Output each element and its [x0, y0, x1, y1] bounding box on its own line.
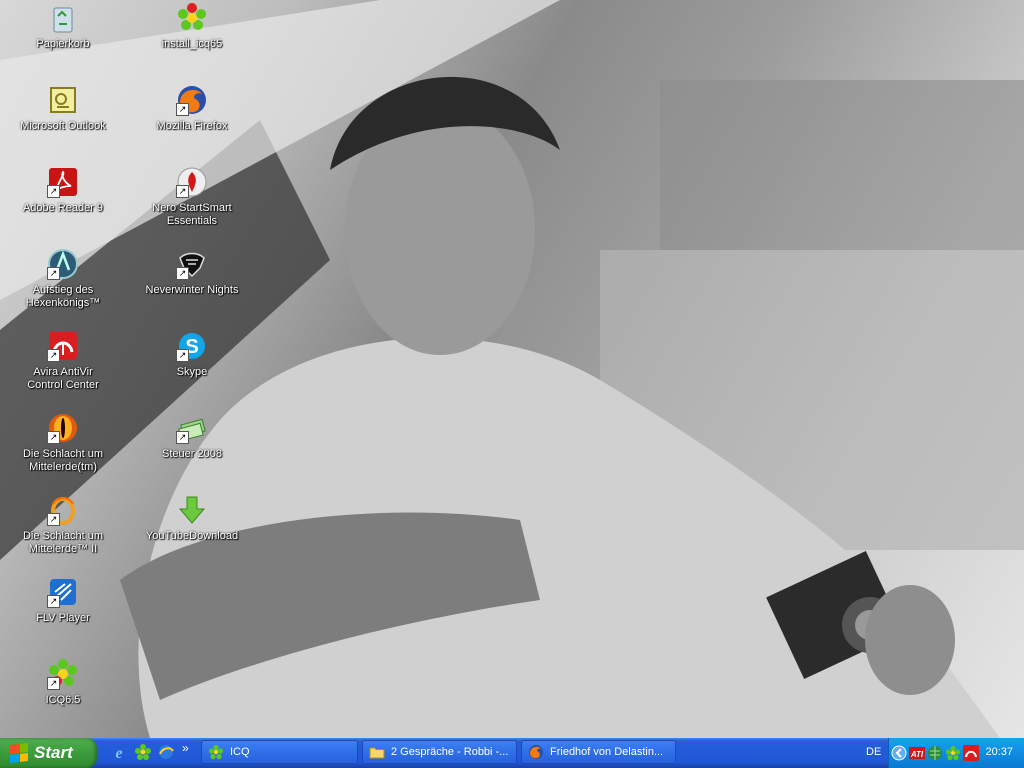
- desktop-icon-avira[interactable]: ↗ Avira AntiVir Control Center: [15, 330, 111, 392]
- taskbar-item-firefox[interactable]: Friedhof von Delastin...: [521, 740, 676, 764]
- ring-icon: ↗: [47, 494, 79, 526]
- taskbar-item-icq[interactable]: ICQ: [201, 740, 358, 764]
- desktop-icon-schlacht-1[interactable]: ↗ Die Schlacht um Mittelerde(tm): [15, 412, 111, 474]
- desktop-icon-outlook[interactable]: Microsoft Outlook: [15, 84, 111, 133]
- windows-logo-icon: [10, 743, 28, 763]
- taskbar-item-label: 2 Gespräche - Robbi -...: [391, 746, 509, 758]
- quick-launch-ie-icon[interactable]: e: [110, 743, 128, 761]
- desktop-icon-neverwinter[interactable]: ↗ Neverwinter Nights: [144, 248, 240, 297]
- desktop-icon-label: Skype: [176, 366, 208, 378]
- desktop-icon-papierkorb[interactable]: Papierkorb: [15, 2, 111, 51]
- icq-flower-icon: ↗: [47, 658, 79, 690]
- outlook-icon: [47, 84, 79, 116]
- shortcut-arrow-icon: ↗: [176, 103, 189, 116]
- language-indicator[interactable]: DE: [866, 746, 881, 758]
- network-globe-icon[interactable]: [927, 745, 943, 761]
- desktop-icon-label: FLV Player: [36, 612, 90, 624]
- desktop-icon-label: YouTubeDownload: [145, 530, 239, 542]
- desktop-icon-label: Aufstieg des Hexenkönigs™: [25, 284, 101, 309]
- folder-icon: [369, 747, 385, 759]
- start-button[interactable]: Start: [0, 738, 97, 768]
- avira-umbrella-icon: ↗: [47, 330, 79, 362]
- icq-installer-icon: [176, 2, 208, 34]
- shortcut-arrow-icon: ↗: [47, 431, 60, 444]
- game-shield-icon: ↗: [47, 248, 79, 280]
- start-label: Start: [34, 743, 73, 762]
- desktop-icon-label: Die Schlacht um Mittelerde™ II: [22, 530, 104, 555]
- desktop-icon-steuer-2008[interactable]: ↗ Steuer 2008: [144, 412, 240, 461]
- desktop-icon-hexenkoenig[interactable]: ↗ Aufstieg des Hexenkönigs™: [15, 248, 111, 310]
- desktop-icon-label: Microsoft Outlook: [20, 120, 106, 132]
- svg-text:e: e: [115, 745, 122, 761]
- shortcut-arrow-icon: ↗: [176, 431, 189, 444]
- desktop-icon-install-icq65[interactable]: install_icq65: [144, 2, 240, 51]
- shortcut-arrow-icon: ↗: [176, 185, 189, 198]
- icq-flower-icon[interactable]: [945, 745, 961, 761]
- taskbar: Start e » ICQ 2 Gespräche - Robbi -... F…: [0, 738, 1024, 768]
- shortcut-arrow-icon: ↗: [176, 349, 189, 362]
- firefox-icon: [529, 745, 543, 759]
- clock[interactable]: 20:37: [985, 746, 1013, 758]
- avira-umbrella-icon[interactable]: [963, 745, 979, 761]
- desktop: Papierkorb Microsoft Outlook ↗ Adobe Rea…: [0, 0, 1024, 738]
- shortcut-arrow-icon: ↗: [47, 349, 60, 362]
- shortcut-arrow-icon: ↗: [47, 267, 60, 280]
- firefox-icon: ↗: [176, 84, 208, 116]
- desktop-icon-schlacht-2[interactable]: ↗ Die Schlacht um Mittelerde™ II: [15, 494, 111, 556]
- recycle-bin-icon: [47, 2, 79, 34]
- desktop-icon-label: Nero StartSmart Essentials: [152, 202, 232, 227]
- desktop-icon-youtubedownload[interactable]: YouTubeDownload: [144, 494, 240, 543]
- desktop-icon-label: Adobe Reader 9: [22, 202, 104, 214]
- quick-launch-icq-icon[interactable]: [134, 743, 152, 761]
- shortcut-arrow-icon: ↗: [47, 513, 60, 526]
- adobe-reader-icon: ↗: [47, 166, 79, 198]
- desktop-icon-label: ICQ6.5: [45, 694, 81, 706]
- desktop-icon-adobe-reader[interactable]: ↗ Adobe Reader 9: [15, 166, 111, 215]
- tax-money-icon: ↗: [176, 412, 208, 444]
- system-tray: ATI 20:37: [888, 738, 1024, 768]
- nero-icon: ↗: [176, 166, 208, 198]
- skype-icon: S ↗: [176, 330, 208, 362]
- desktop-icon-firefox[interactable]: ↗ Mozilla Firefox: [144, 84, 240, 133]
- desktop-icon-label: Steuer 2008: [162, 448, 222, 460]
- download-arrow-icon: [176, 494, 208, 526]
- neverwinter-icon: ↗: [176, 248, 208, 280]
- quick-launch-browser-icon[interactable]: [157, 743, 175, 761]
- desktop-icon-label: Papierkorb: [36, 38, 90, 50]
- ati-icon[interactable]: ATI: [909, 745, 925, 761]
- svg-text:ATI: ATI: [910, 750, 924, 759]
- desktop-icon-label: Die Schlacht um Mittelerde(tm): [22, 448, 104, 473]
- desktop-icon-label: install_icq65: [161, 38, 223, 50]
- flv-player-icon: ↗: [47, 576, 79, 608]
- taskbar-item-label: ICQ: [230, 746, 250, 758]
- desktop-icon-label: Neverwinter Nights: [145, 284, 239, 296]
- eye-of-sauron-icon: ↗: [47, 412, 79, 444]
- desktop-icon-flv-player[interactable]: ↗ FLV Player: [15, 576, 111, 625]
- icq-flower-icon: [208, 744, 224, 760]
- taskbar-item-gespraeche[interactable]: 2 Gespräche - Robbi -...: [362, 740, 517, 764]
- desktop-icon-icq65[interactable]: ↗ ICQ6.5: [15, 658, 111, 707]
- shortcut-arrow-icon: ↗: [176, 267, 189, 280]
- shortcut-arrow-icon: ↗: [47, 677, 60, 690]
- desktop-icon-label: Mozilla Firefox: [156, 120, 228, 132]
- shortcut-arrow-icon: ↗: [47, 185, 60, 198]
- tray-expand-arrow-icon[interactable]: [891, 745, 907, 761]
- desktop-icon-skype[interactable]: S ↗ Skype: [144, 330, 240, 379]
- taskbar-item-label: Friedhof von Delastin...: [550, 746, 664, 758]
- quick-launch-overflow-button[interactable]: »: [182, 741, 192, 759]
- desktop-icon-label: Avira AntiVir Control Center: [27, 366, 99, 391]
- desktop-icon-nero[interactable]: ↗ Nero StartSmart Essentials: [144, 166, 240, 228]
- shortcut-arrow-icon: ↗: [47, 595, 60, 608]
